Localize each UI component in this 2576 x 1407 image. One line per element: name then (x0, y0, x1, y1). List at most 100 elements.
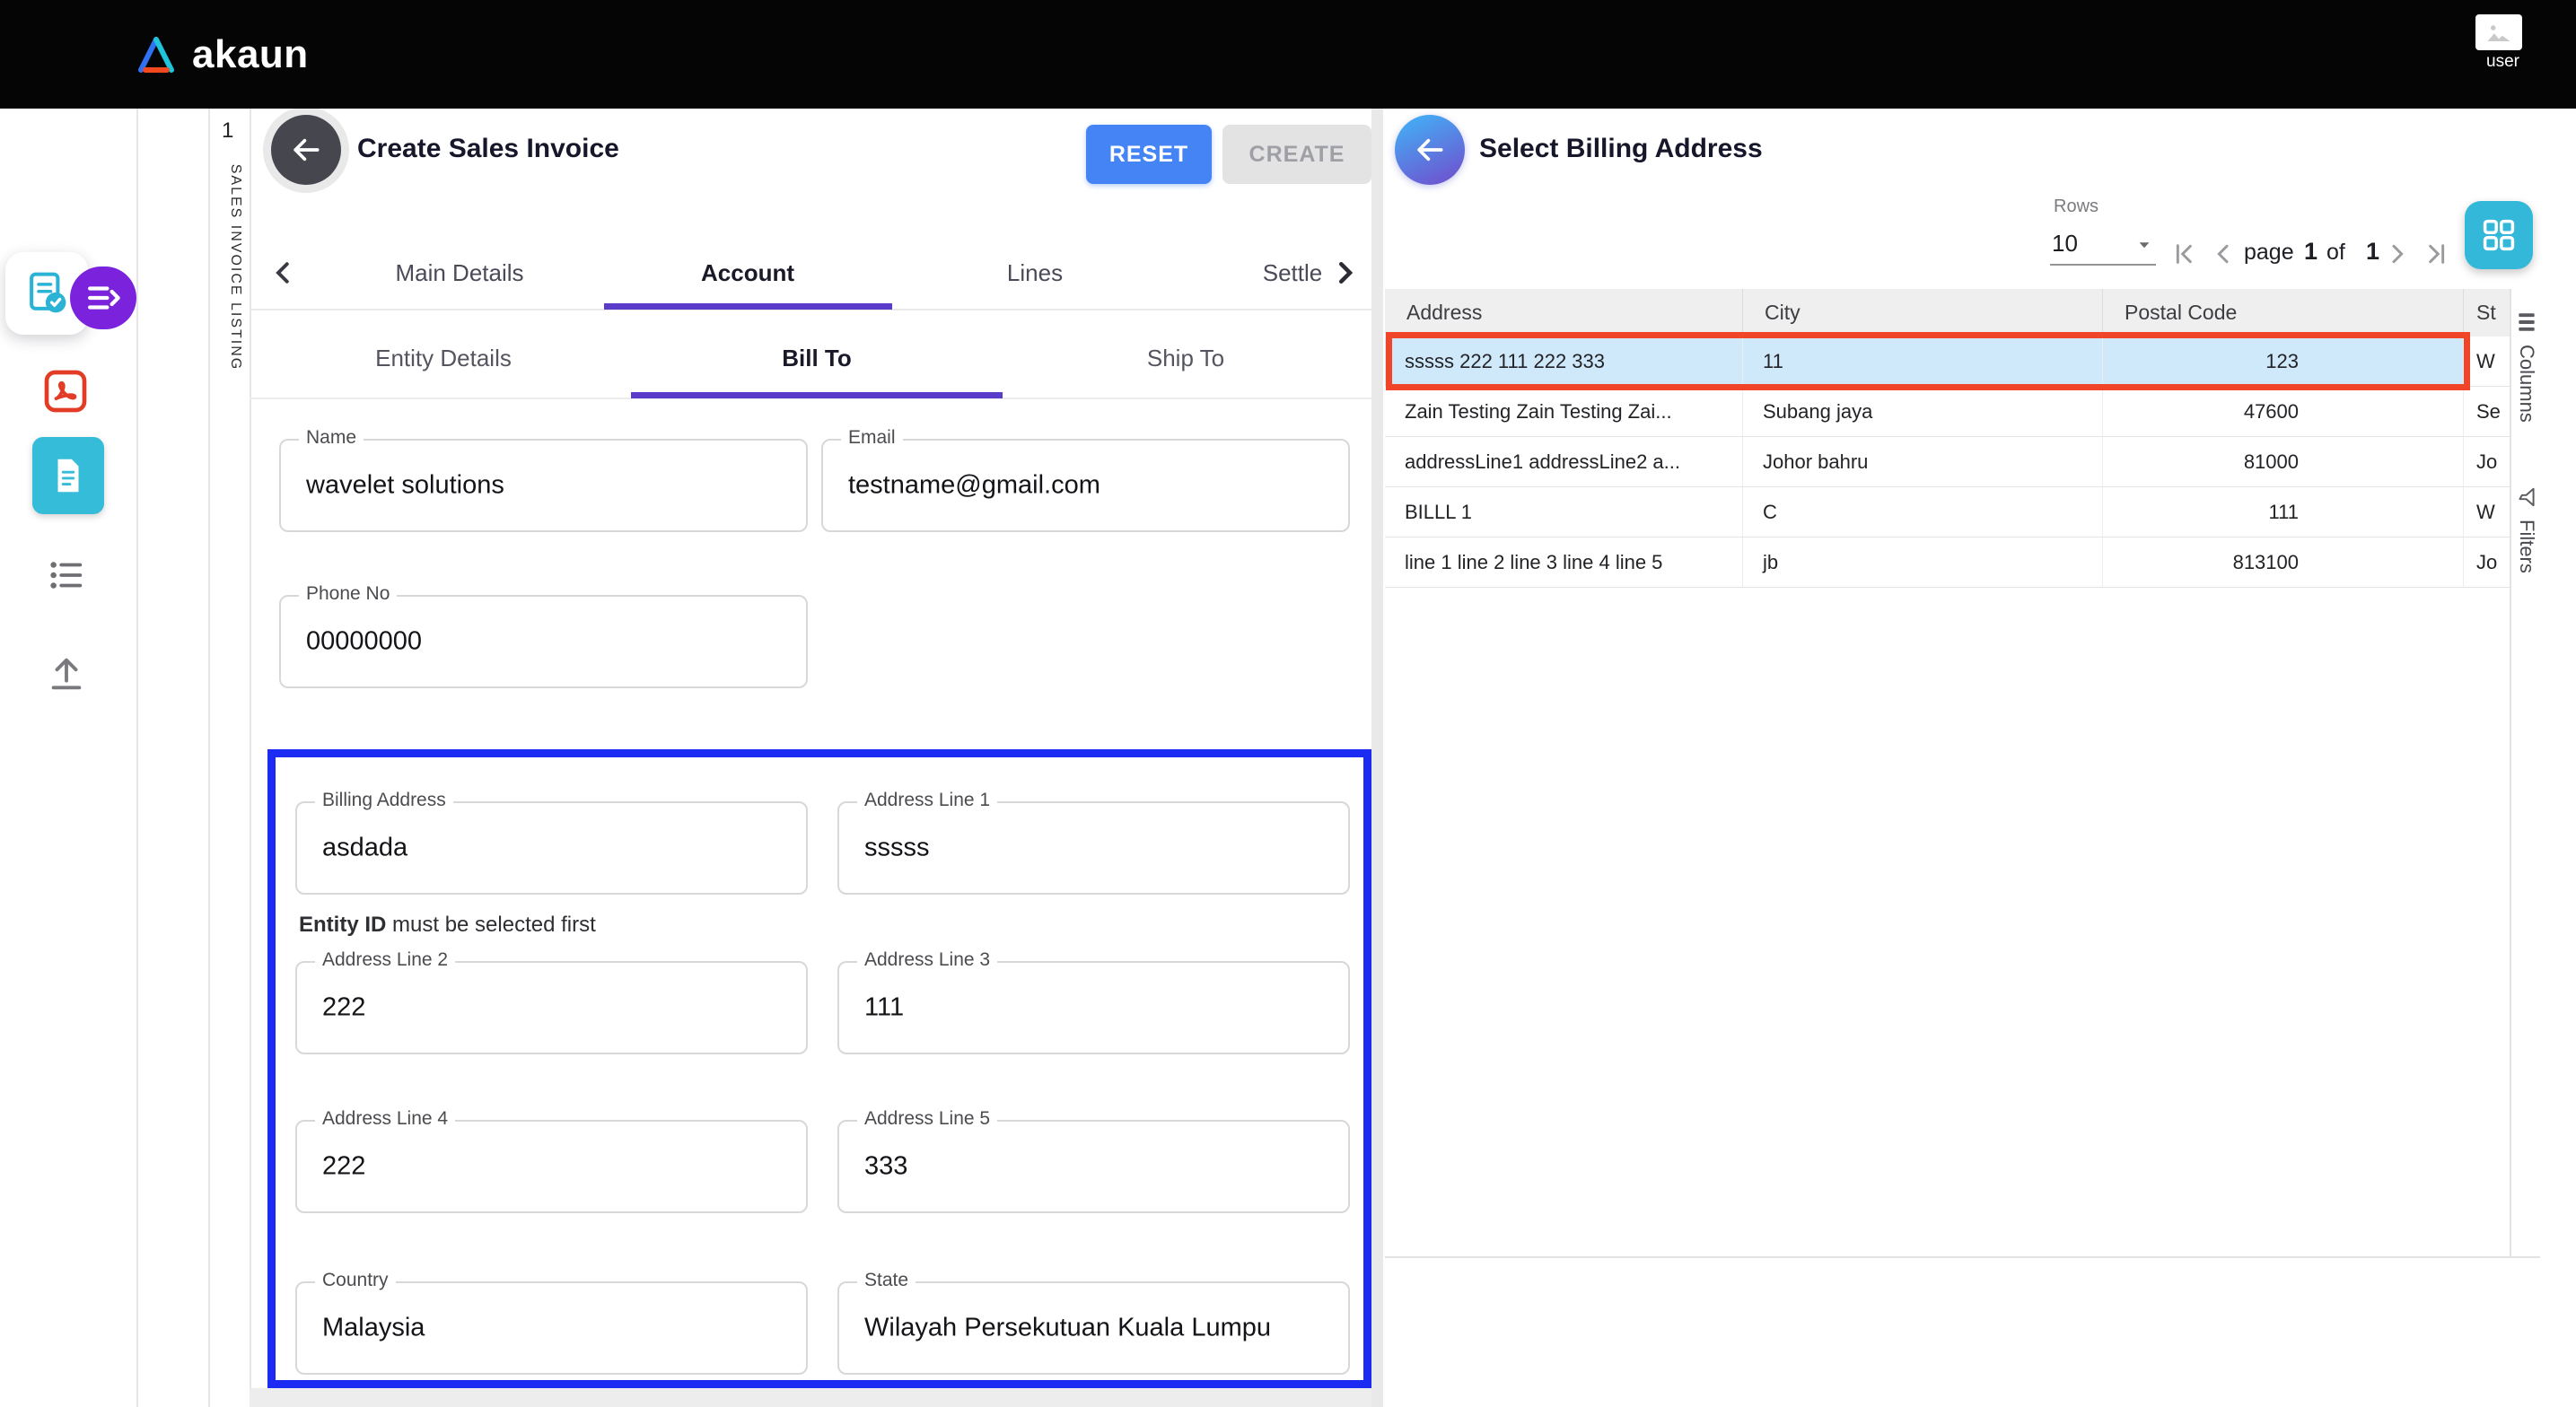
address-line-3-label: Address Line 3 (857, 949, 997, 971)
first-page-icon (2169, 240, 2198, 268)
pagination-current-page: 1 (2304, 238, 2318, 266)
tabs-next-button[interactable] (1327, 255, 1362, 291)
address-line-1-label: Address Line 1 (857, 790, 997, 811)
grid-icon (2480, 216, 2518, 254)
name-field-value: wavelet solutions (306, 471, 795, 501)
address-line-2-field[interactable]: Address Line 2 222 (295, 961, 808, 1054)
cell-state: Se (2464, 387, 2510, 436)
address-line-5-field[interactable]: Address Line 5 333 (837, 1120, 1350, 1213)
rows-per-page-value: 10 (2052, 230, 2078, 258)
arrow-left-icon (1413, 133, 1447, 167)
tab-account[interactable]: Account (701, 259, 794, 287)
invoice-back-button[interactable] (271, 115, 341, 185)
state-field-value: Wilayah Persekutuan Kuala Lumpu (864, 1314, 1337, 1343)
country-field[interactable]: Country Malaysia (295, 1281, 808, 1375)
address-line-1-field[interactable]: Address Line 1 sssss (837, 801, 1350, 895)
arrow-left-icon (289, 133, 323, 167)
invoice-document-icon (22, 269, 71, 318)
table-row[interactable]: line 1 line 2 line 3 line 4 line 5 jb 81… (1385, 537, 2510, 588)
table-row[interactable]: sssss 222 111 222 333 11 123 W (1385, 336, 2510, 387)
first-page-button[interactable] (2165, 235, 2203, 273)
cell-postal-code: 47600 (2103, 387, 2464, 436)
caret-down-icon (2133, 233, 2156, 261)
akaun-logo-text: akaun (192, 32, 309, 77)
cell-city: C (1743, 487, 2103, 537)
last-page-button[interactable] (2418, 235, 2456, 273)
upload-button[interactable] (45, 652, 88, 695)
list-view-button[interactable] (45, 554, 88, 597)
subtab-ship-to[interactable]: Ship To (1147, 345, 1224, 372)
address-line-5-label: Address Line 5 (857, 1108, 997, 1130)
address-line-1-value: sssss (864, 834, 1337, 863)
columns-tool-button[interactable]: Columns (2511, 310, 2542, 463)
sales-document-button[interactable] (32, 437, 104, 514)
subtab-bill-to[interactable]: Bill To (782, 345, 852, 372)
table-row[interactable]: addressLine1 addressLine2 a... Johor bah… (1385, 437, 2510, 487)
chevron-left-icon (267, 257, 300, 289)
tabs-prev-button[interactable] (266, 255, 302, 291)
entity-id-helper-text: Entity ID must be selected first (299, 913, 596, 938)
broken-image-icon (2475, 14, 2522, 50)
cell-address: BILLL 1 (1385, 487, 1743, 537)
next-page-button[interactable] (2379, 235, 2416, 273)
grid-view-button[interactable] (2465, 201, 2533, 269)
address-line-5-value: 333 (864, 1152, 1337, 1182)
pdf-export-button[interactable] (39, 365, 92, 417)
upload-icon (46, 653, 87, 695)
address-line-4-field[interactable]: Address Line 4 222 (295, 1120, 808, 1213)
email-field-label: Email (841, 427, 903, 449)
previous-page-button[interactable] (2204, 235, 2242, 273)
name-field-label: Name (299, 427, 364, 449)
columns-tool-label: Columns (2515, 345, 2538, 423)
divider-vertical (208, 109, 210, 1407)
reset-button[interactable]: RESET (1086, 125, 1212, 184)
chevron-left-icon (2209, 240, 2238, 268)
document-icon (48, 455, 89, 496)
tab-main-details[interactable]: Main Details (395, 259, 523, 287)
filters-tool-label: Filters (2515, 520, 2538, 573)
pagination-of-word: of (2326, 240, 2345, 266)
phone-field[interactable]: Phone No 00000000 (279, 595, 808, 688)
rows-per-page-select[interactable]: 10 (2050, 224, 2156, 266)
email-field[interactable]: Email testname@gmail.com (821, 439, 1350, 532)
address-line-3-field[interactable]: Address Line 3 111 (837, 961, 1350, 1054)
akaun-logo: akaun (135, 0, 309, 109)
tab-settlement[interactable]: Settle (1263, 259, 1323, 287)
table-row[interactable]: BILLL 1 C 111 W (1385, 487, 2510, 537)
address-line-3-value: 111 (864, 993, 1337, 1023)
billing-address-field[interactable]: Billing Address asdada (295, 801, 808, 895)
cell-postal-code: 813100 (2103, 537, 2464, 587)
chevron-right-icon (2383, 240, 2412, 268)
column-header-address: Address (1385, 289, 1743, 336)
cell-state: Jo (2464, 537, 2510, 587)
pagination-page-word: page (2244, 240, 2294, 266)
cell-city: jb (1743, 537, 2103, 587)
pdf-icon (40, 366, 91, 416)
menu-collapse-button[interactable] (70, 267, 136, 329)
cell-state: Jo (2464, 437, 2510, 486)
cell-city: Subang jaya (1743, 387, 2103, 436)
columns-icon (2515, 310, 2538, 334)
email-field-value: testname@gmail.com (848, 471, 1337, 501)
column-header-state: St (2464, 289, 2510, 336)
billing-back-button[interactable] (1395, 115, 1465, 185)
billing-address-field-value: asdada (322, 834, 795, 863)
last-page-icon (2423, 240, 2451, 268)
cell-address: sssss 222 111 222 333 (1385, 336, 1743, 386)
sidebar (0, 109, 136, 1407)
cell-address: line 1 line 2 line 3 line 4 line 5 (1385, 537, 1743, 587)
create-button[interactable]: CREATE (1222, 125, 1371, 184)
cell-state: W (2464, 336, 2510, 386)
divider-vertical (250, 109, 251, 1407)
state-field[interactable]: State Wilayah Persekutuan Kuala Lumpu (837, 1281, 1350, 1375)
filters-tool-button[interactable]: Filters (2511, 485, 2542, 638)
name-field[interactable]: Name wavelet solutions (279, 439, 808, 532)
cell-city: 11 (1743, 336, 2103, 386)
listing-tab-index: 1 (222, 118, 233, 144)
table-row[interactable]: Zain Testing Zain Testing Zai... Subang … (1385, 387, 2510, 437)
subtab-entity-details[interactable]: Entity Details (375, 345, 512, 372)
country-field-value: Malaysia (322, 1314, 795, 1343)
user-avatar[interactable]: user (2475, 14, 2533, 74)
address-line-4-value: 222 (322, 1152, 795, 1182)
tab-lines[interactable]: Lines (1007, 259, 1063, 287)
